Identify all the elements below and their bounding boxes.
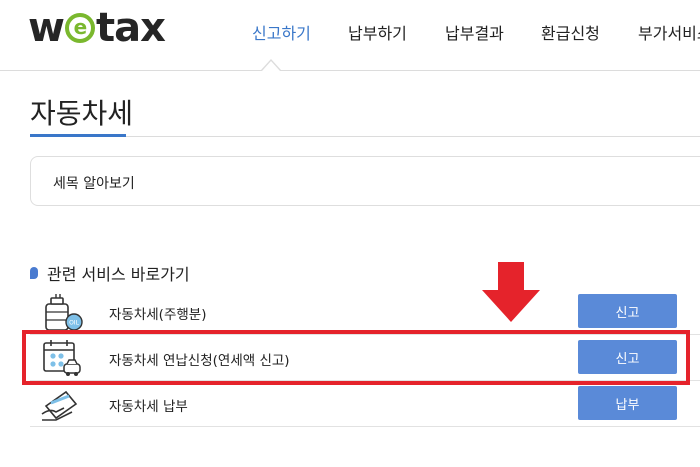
highlight-box: [22, 330, 690, 385]
logo-prefix: w: [28, 5, 65, 51]
nav-item-pay-result[interactable]: 납부결과: [445, 20, 504, 44]
title-divider: [126, 136, 700, 137]
service-row-tax-payment: 자동차세 납부 납부: [30, 380, 700, 427]
report-button[interactable]: 신고: [578, 294, 677, 328]
service-row-mileage-tax: OIL 자동차세(주행분) 신고: [30, 288, 700, 335]
down-arrow-icon: [482, 262, 540, 322]
logo-suffix: tax: [95, 5, 166, 51]
site-header: w e tax 신고하기 납부하기 납부결과 환급신청 부가서비스: [0, 0, 700, 71]
nav-item-pay[interactable]: 납부하기: [348, 20, 407, 44]
section-bullet-icon: [30, 267, 38, 279]
svg-text:OIL: OIL: [69, 320, 79, 327]
card-payment-icon: [41, 390, 78, 421]
page-title: 자동차세: [30, 97, 134, 130]
title-underline: [30, 134, 126, 137]
nav-item-refund[interactable]: 환급신청: [541, 20, 600, 44]
tax-info-label: 세목 알아보기: [53, 176, 135, 192]
fuel-tank-icon: OIL: [45, 294, 83, 331]
related-services-title: 관련 서비스 바로가기: [30, 261, 190, 285]
wetax-logo[interactable]: w e tax: [28, 5, 166, 51]
service-label: 자동차세(주행분): [109, 307, 207, 323]
tax-info-box[interactable]: 세목 알아보기: [30, 156, 700, 206]
logo-e-icon: e: [64, 13, 95, 43]
logo-e-letter: e: [73, 15, 88, 39]
related-services-label: 관련 서비스 바로가기: [47, 265, 190, 284]
service-label: 자동차세 납부: [109, 399, 188, 415]
pay-button[interactable]: 납부: [578, 386, 677, 420]
nav-item-report[interactable]: 신고하기: [252, 20, 311, 44]
nav-item-extra-services[interactable]: 부가서비스: [638, 20, 700, 44]
